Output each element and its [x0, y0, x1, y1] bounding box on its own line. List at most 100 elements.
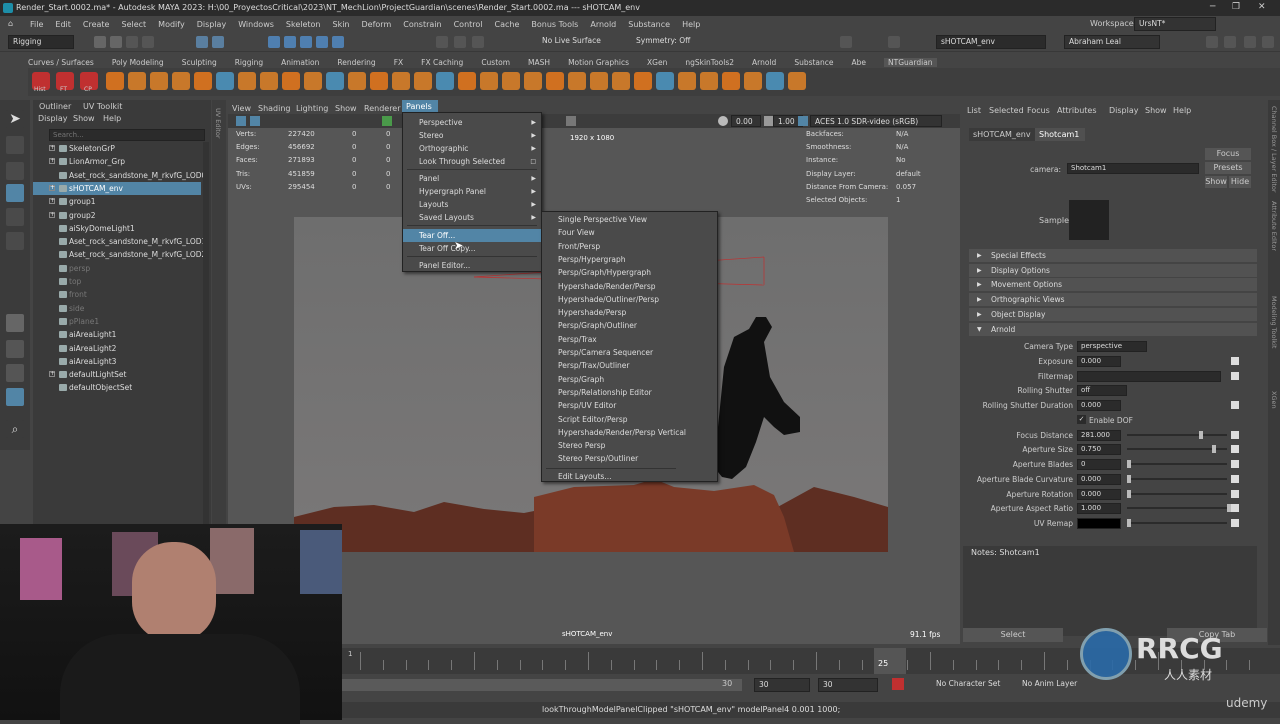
- shelf-tab[interactable]: Rigging: [235, 58, 263, 67]
- menu-modify[interactable]: Modify: [158, 20, 185, 29]
- outliner-menu-display[interactable]: Display: [38, 114, 68, 123]
- ae-menu-attributes[interactable]: Attributes: [1057, 106, 1097, 115]
- attr-input[interactable]: 0.000: [1077, 355, 1121, 367]
- outliner-item[interactable]: + group2: [33, 209, 201, 222]
- shelf-tool-icon[interactable]: [282, 72, 300, 90]
- shelf-tool-icon[interactable]: [524, 72, 542, 90]
- saved-layout-item[interactable]: Persp/Graph/Hypergraph: [542, 266, 717, 279]
- shelf-tool-icon[interactable]: [106, 72, 124, 90]
- auto-key-icon[interactable]: [892, 678, 904, 690]
- outliner-item[interactable]: + SkeletonGrP: [33, 142, 201, 155]
- move-tool-icon[interactable]: [6, 184, 24, 202]
- range-end-field[interactable]: 30: [754, 678, 810, 692]
- saved-layout-item[interactable]: Hypershade/Render/Persp: [542, 280, 717, 293]
- ae-menu-list[interactable]: List: [967, 106, 981, 115]
- attr-input[interactable]: perspective: [1077, 341, 1147, 352]
- map-button-icon[interactable]: [1231, 489, 1239, 498]
- menu-skin[interactable]: Skin: [333, 20, 350, 29]
- menu-deform[interactable]: Deform: [362, 20, 392, 29]
- shelf-tool-icon[interactable]: [480, 72, 498, 90]
- outliner-item[interactable]: Aset_rock_sandstone_M_rkvfG_LOD0: [33, 169, 206, 182]
- home-icon[interactable]: ⌂: [8, 19, 13, 28]
- shelf-tool-icon[interactable]: [546, 72, 564, 90]
- camera-name-field[interactable]: sHOTCAM_env: [936, 35, 1046, 49]
- shelf-tab[interactable]: Curves / Surfaces: [28, 58, 94, 67]
- tab-transform[interactable]: sHOTCAM_env: [969, 128, 1039, 141]
- minimize-icon[interactable]: ─: [1210, 2, 1215, 12]
- snap-grid-icon[interactable]: [268, 36, 280, 48]
- attr-input[interactable]: 0: [1077, 459, 1121, 470]
- settings-icon[interactable]: [1206, 36, 1218, 48]
- outliner-item[interactable]: top: [33, 275, 201, 288]
- menu-control[interactable]: Control: [454, 20, 483, 29]
- exposure-icon[interactable]: [718, 116, 728, 126]
- menu-edit[interactable]: Edit: [55, 20, 71, 29]
- vp-menu-renderer[interactable]: Renderer: [364, 104, 401, 113]
- map-button-icon[interactable]: [1231, 460, 1239, 468]
- shelf-tool-icon[interactable]: [370, 72, 388, 90]
- render-view-icon[interactable]: [840, 36, 852, 48]
- camera-attributes-icon[interactable]: [250, 116, 260, 126]
- shelf-tab[interactable]: ngSkinTools2: [685, 58, 734, 67]
- menu-file[interactable]: File: [30, 20, 43, 29]
- menu-substance[interactable]: Substance: [628, 20, 670, 29]
- saved-layout-item[interactable]: Edit Layouts...: [542, 470, 717, 483]
- menu-help[interactable]: Help: [682, 20, 700, 29]
- ae-menu-display[interactable]: Display: [1109, 106, 1139, 115]
- menu-skeleton[interactable]: Skeleton: [286, 20, 321, 29]
- menu-bonus-tools[interactable]: Bonus Tools: [531, 20, 578, 29]
- shelf-tab[interactable]: FX: [394, 58, 403, 67]
- exposure-field[interactable]: 0.00: [731, 115, 761, 127]
- attr-input[interactable]: 1.000: [1077, 503, 1121, 515]
- saved-layout-item[interactable]: Hypershade/Outliner/Persp: [542, 293, 717, 306]
- two-pane-layout-icon[interactable]: [6, 364, 24, 382]
- attr-slider[interactable]: [1127, 463, 1227, 465]
- ae-select-button[interactable]: Select: [963, 628, 1063, 642]
- menu-set-dropdown[interactable]: Rigging: [8, 35, 74, 49]
- saved-layout-item[interactable]: Hypershade/Render/Persp Vertical: [542, 426, 717, 439]
- shelf-tab[interactable]: Sculpting: [182, 58, 217, 67]
- attribute-editor-toggle-icon[interactable]: [1262, 36, 1274, 48]
- shelf-tab[interactable]: FX Caching: [421, 58, 463, 67]
- undo-icon[interactable]: [126, 36, 138, 48]
- shelf-tab[interactable]: Motion Graphics: [568, 58, 629, 67]
- menu-cache[interactable]: Cache: [495, 20, 520, 29]
- save-icon[interactable]: [110, 36, 122, 48]
- map-button-icon[interactable]: [1231, 430, 1239, 439]
- outliner-item[interactable]: persp: [33, 262, 201, 275]
- ae-menu-focus[interactable]: Focus: [1027, 106, 1050, 115]
- menu-create[interactable]: Create: [83, 20, 110, 29]
- shelf-tool-icon[interactable]: [458, 72, 476, 90]
- select-tool-icon[interactable]: ➤: [6, 110, 24, 128]
- shelf-tool-icon[interactable]: [392, 72, 410, 90]
- map-button-icon[interactable]: [1231, 401, 1239, 409]
- tab-outliner[interactable]: Outliner: [39, 102, 71, 111]
- saved-layout-item[interactable]: Persp/Trax: [542, 333, 717, 346]
- shelf-tool-icon[interactable]: [172, 72, 190, 90]
- attr-input[interactable]: [1077, 518, 1121, 529]
- frame-layout-header[interactable]: ▶ Display Options: [969, 263, 1257, 277]
- snap-surface-icon[interactable]: [332, 36, 344, 48]
- attr-input[interactable]: off: [1077, 385, 1127, 397]
- outliner-item[interactable]: aiAreaLight1: [33, 328, 201, 341]
- shelf-tool-icon[interactable]: [304, 72, 322, 90]
- attr-slider[interactable]: [1127, 477, 1227, 480]
- command-line[interactable]: lookThroughModelPanelClipped "sHOTCAM_en…: [342, 702, 1280, 718]
- panels-menu-item[interactable]: Look Through Selected □: [403, 155, 541, 168]
- attr-slider[interactable]: [1127, 433, 1227, 436]
- uv-editor-side-tab[interactable]: UV Editor: [212, 100, 226, 540]
- shelf-tool-icon[interactable]: [348, 72, 366, 90]
- tab-shape[interactable]: Shotcam1: [1035, 128, 1085, 141]
- channel-box-icon[interactable]: [1244, 36, 1256, 48]
- outliner-item[interactable]: Aset_rock_sandstone_M_rkvfG_LOD2: [33, 248, 206, 261]
- outliner-layout-icon[interactable]: [6, 388, 24, 406]
- attr-input[interactable]: 0.000: [1077, 473, 1121, 485]
- ae-menu-selected[interactable]: Selected: [989, 106, 1024, 115]
- shelf-tab[interactable]: Custom: [481, 58, 510, 67]
- lasso-tool-icon[interactable]: [6, 136, 24, 154]
- vp-menu-view[interactable]: View: [232, 104, 251, 113]
- snap-curve-icon[interactable]: [284, 36, 296, 48]
- redo-icon[interactable]: [142, 36, 154, 48]
- panels-menu-item[interactable]: Layouts ▶: [403, 198, 541, 211]
- snap-point-icon[interactable]: [300, 36, 312, 48]
